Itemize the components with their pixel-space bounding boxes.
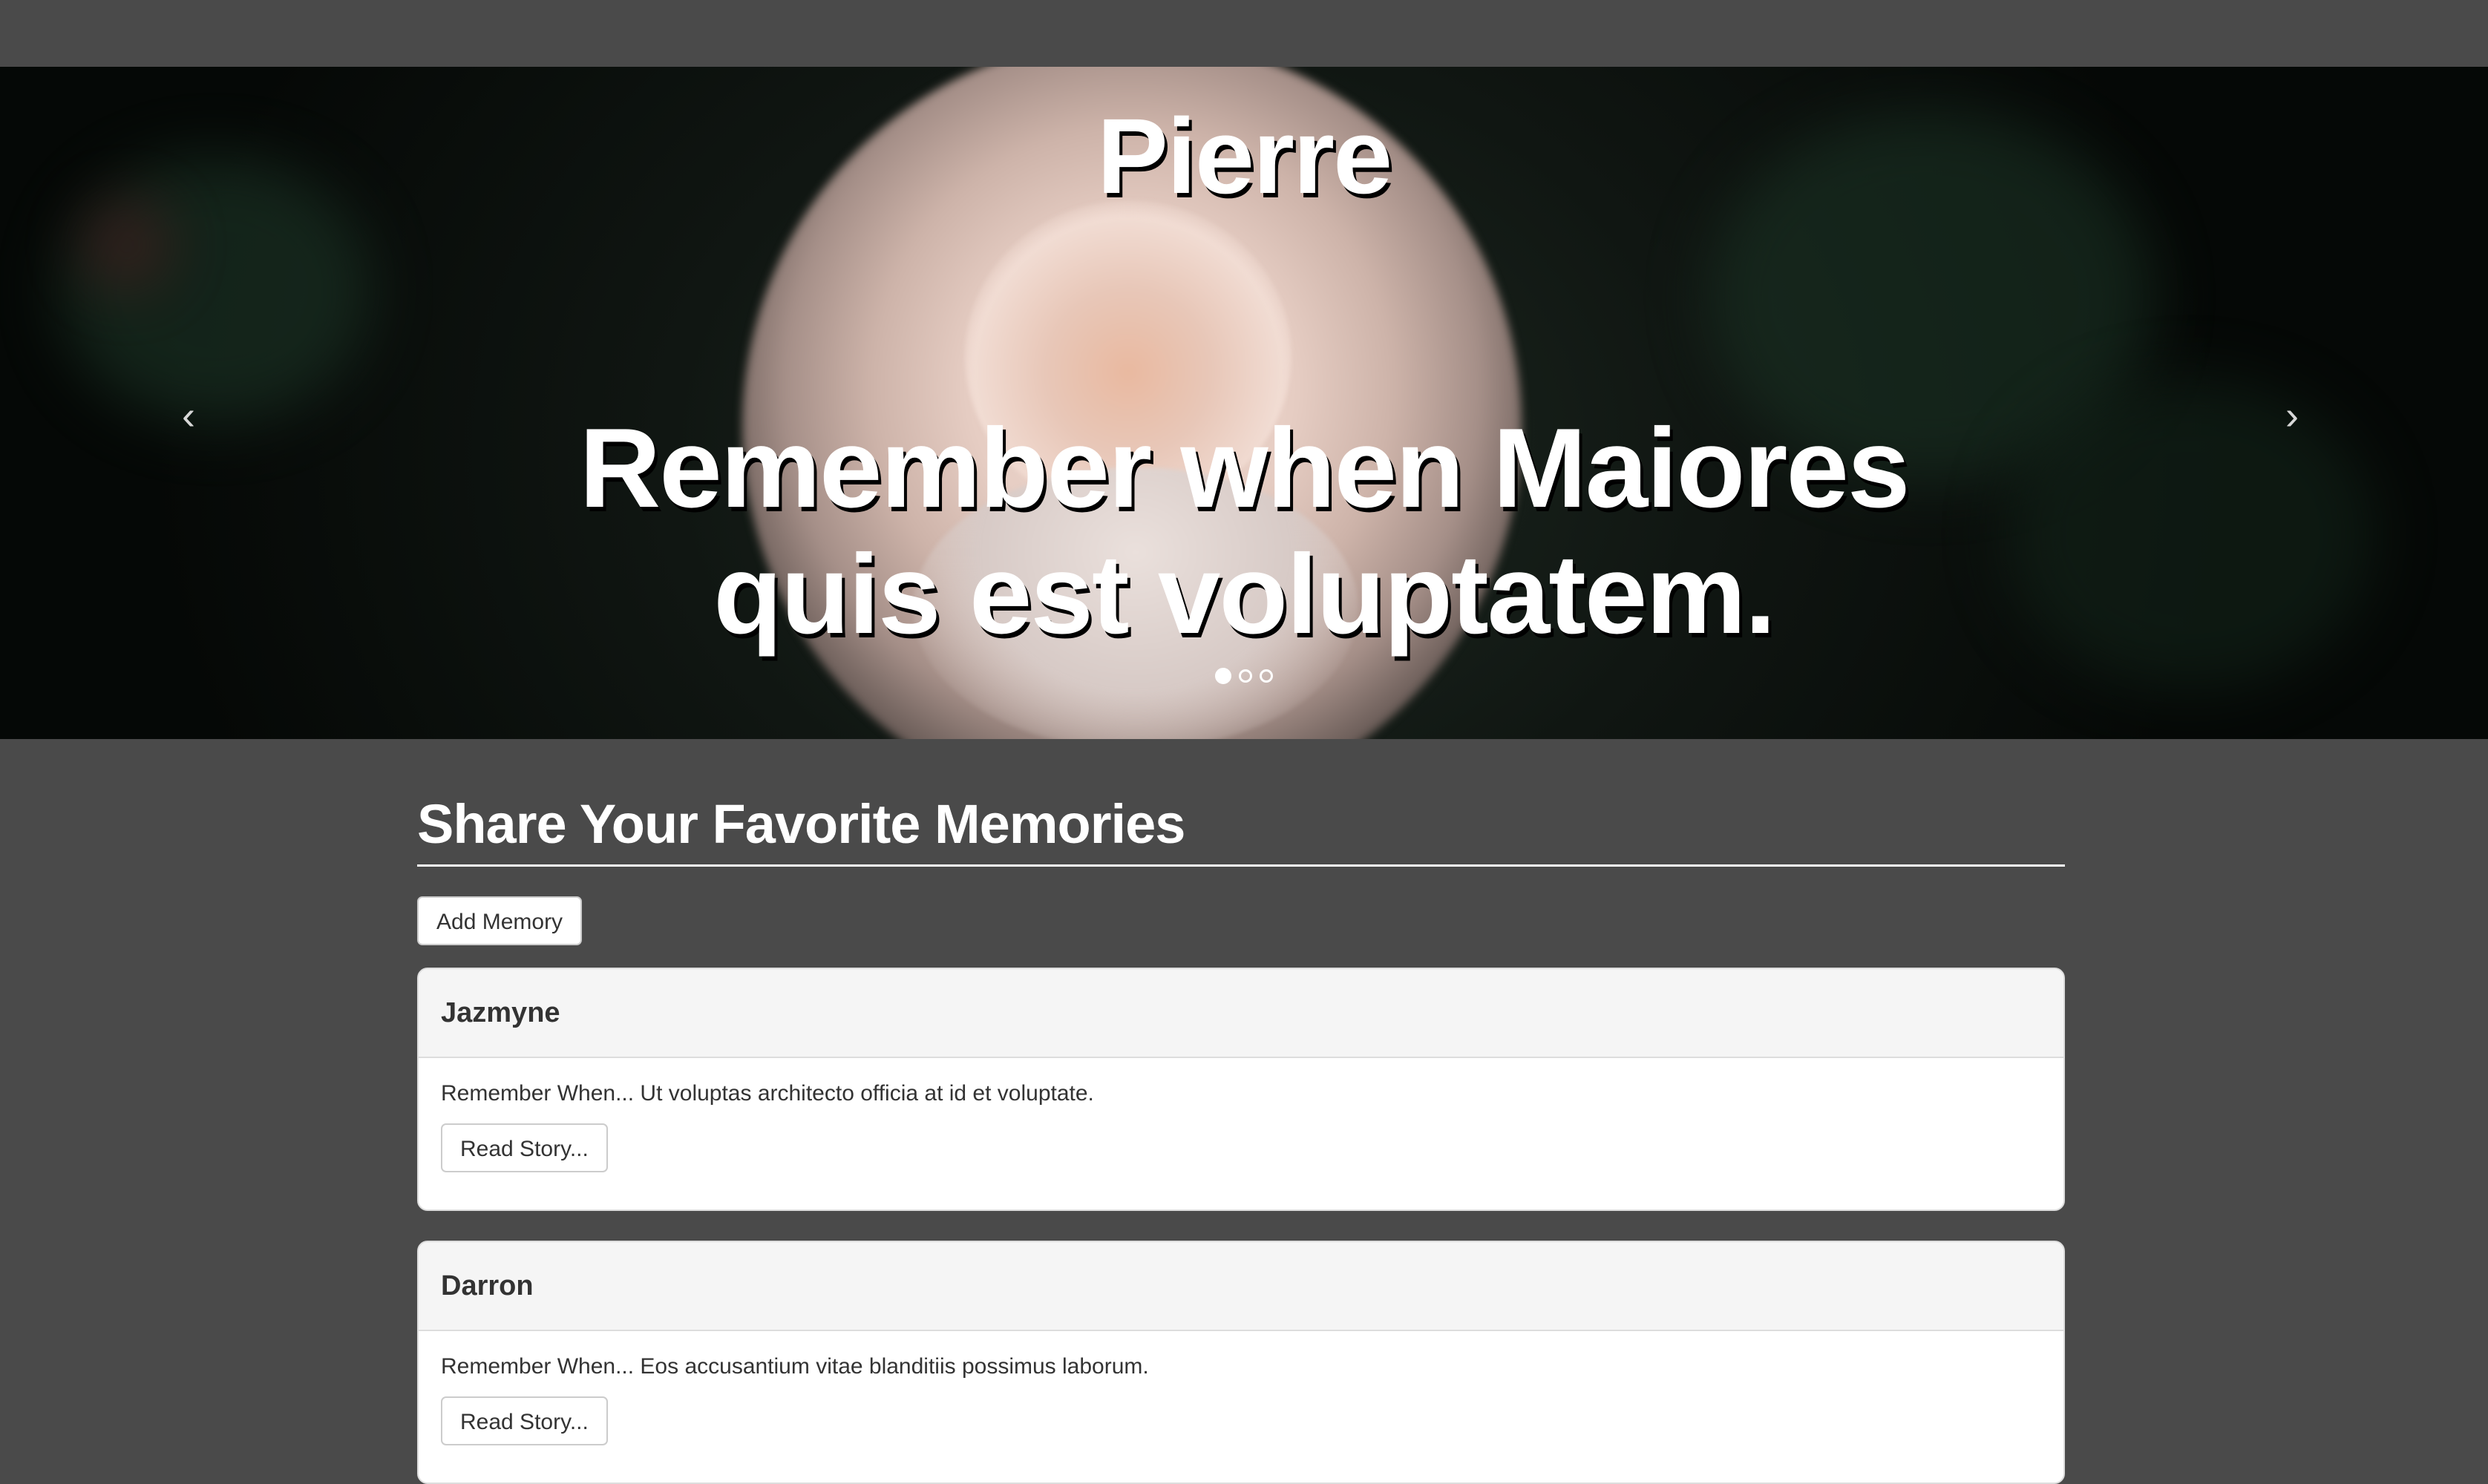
memory-text: Remember When... Ut voluptas architecto … <box>441 1081 1094 1106</box>
carousel-indicator-3[interactable] <box>1260 669 1273 683</box>
carousel-indicator-1[interactable] <box>1215 668 1231 684</box>
top-bar <box>0 0 2488 67</box>
read-story-button[interactable]: Read Story... <box>441 1396 608 1445</box>
background-foliage <box>2004 378 2375 690</box>
carousel-indicators <box>0 668 2488 684</box>
memory-card-body: Remember When... Ut voluptas architecto … <box>419 1058 2063 1209</box>
read-story-button[interactable]: Read Story... <box>441 1123 608 1172</box>
memories-section: Share Your Favorite Memories Add Memory … <box>417 739 2065 1484</box>
add-memory-button[interactable]: Add Memory <box>417 896 583 945</box>
deceased-name: Pierre <box>1096 96 1392 216</box>
chevron-right-icon[interactable]: › <box>2270 393 2314 438</box>
memory-card: Darron Remember When... Eos accusantium … <box>417 1241 2065 1484</box>
hero-carousel: Pierre Remember when Maiores quis est vo… <box>0 67 2488 739</box>
memory-author: Jazmyne <box>419 969 2063 1058</box>
memory-card-body: Remember When... Eos accusantium vitae b… <box>419 1331 2063 1483</box>
carousel-indicator-2[interactable] <box>1239 669 1252 683</box>
section-title: Share Your Favorite Memories <box>417 739 2065 867</box>
chevron-left-icon[interactable]: ‹ <box>166 393 211 438</box>
memory-quote: Remember when Maiores quis est voluptate… <box>579 405 1910 657</box>
memory-card: Jazmyne Remember When... Ut voluptas arc… <box>417 968 2065 1211</box>
memory-author: Darron <box>419 1242 2063 1331</box>
memory-text: Remember When... Eos accusantium vitae b… <box>441 1354 1149 1379</box>
